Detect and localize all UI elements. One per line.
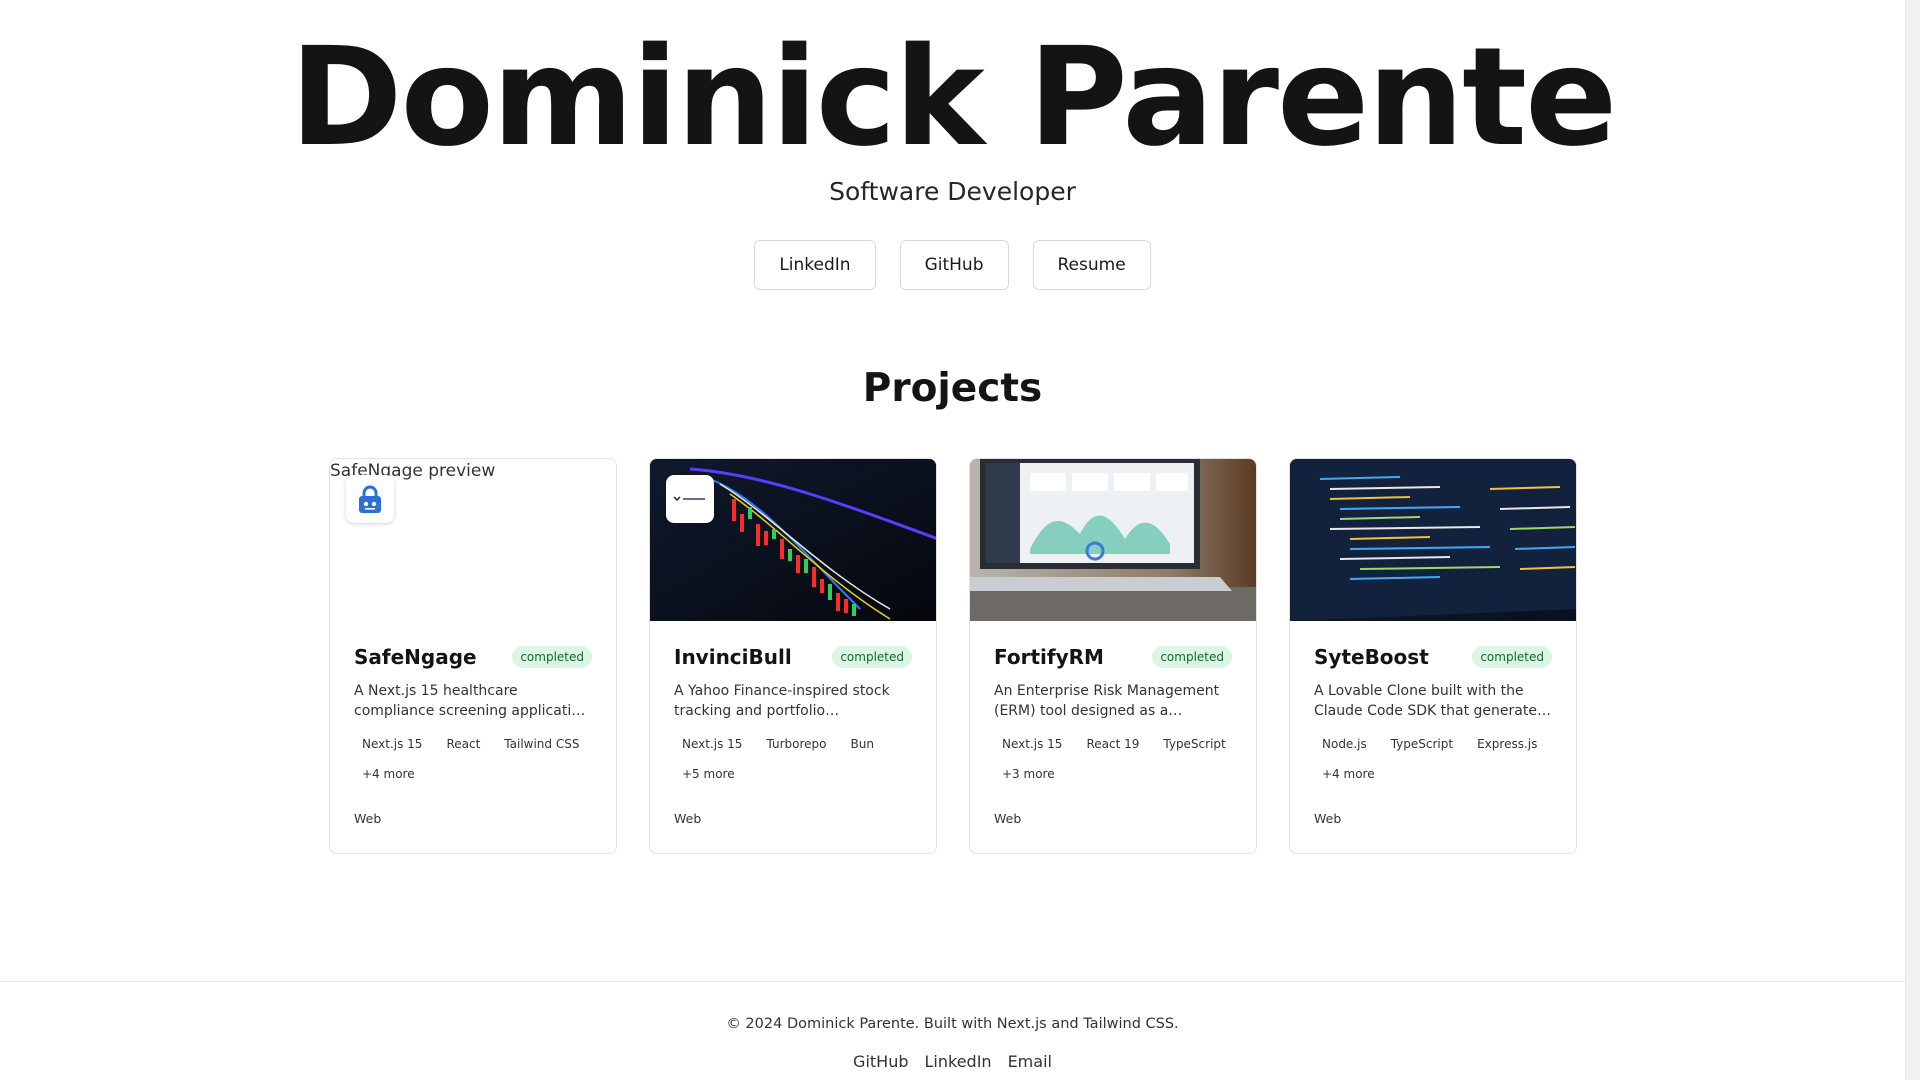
project-description: An Enterprise Risk Management (ERM) tool… <box>994 683 1220 719</box>
more-tags: +4 more <box>354 763 423 785</box>
page-scrollbar[interactable] <box>1905 0 1920 1080</box>
tech-tag: Next.js 15 <box>674 733 751 755</box>
project-preview: SafeNgage preview <box>330 459 616 621</box>
tech-tag: TypeScript <box>1382 733 1462 755</box>
resume-button[interactable]: Resume <box>1032 240 1151 290</box>
footer-linkedin-link[interactable]: LinkedIn <box>925 1052 992 1071</box>
tech-tag: React <box>438 733 489 755</box>
project-preview <box>1290 459 1576 621</box>
subtitle-role: Software Developer <box>829 177 1076 206</box>
footer-links: GitHub LinkedIn Email <box>0 1052 1905 1071</box>
projects-heading: Projects <box>862 366 1043 411</box>
status-badge: completed <box>512 646 592 668</box>
project-description: A Lovable Clone built with the Claude Co… <box>1314 683 1545 719</box>
footer-github-link[interactable]: GitHub <box>853 1052 908 1071</box>
project-title: InvinciBull <box>674 645 792 669</box>
projects-grid: SafeNgage preview SafeNgage completed A … <box>329 458 1577 854</box>
project-preview <box>970 459 1256 621</box>
platform-label: Web <box>994 811 1022 826</box>
tech-tag: Node.js <box>1314 733 1375 755</box>
project-description: A Next.js 15 healthcare compliance scree… <box>354 683 589 719</box>
site-footer: © 2024 Dominick Parente. Built with Next… <box>0 981 1905 1080</box>
more-tags: +5 more <box>674 763 743 785</box>
platform-label: Web <box>354 811 382 826</box>
project-card-syteboost[interactable]: SyteBoost completed A Lovable Clone buil… <box>1289 458 1577 854</box>
github-button[interactable]: GitHub <box>899 240 1009 290</box>
tech-tag: Next.js 15 <box>354 733 431 755</box>
copyright-text: © 2024 Dominick Parente. Built with Next… <box>726 1016 1179 1032</box>
project-logo <box>666 475 714 523</box>
platform-label: Web <box>674 811 702 826</box>
tech-tag: Tailwind CSS <box>496 733 588 755</box>
tech-tag: TypeScript <box>1155 733 1234 755</box>
tech-tag: React 19 <box>1078 733 1148 755</box>
platform-label: Web <box>1314 811 1342 826</box>
project-card-safengage[interactable]: SafeNgage preview SafeNgage completed A … <box>329 458 617 854</box>
tech-tag: Express.js <box>1469 733 1546 755</box>
project-logo <box>346 475 394 523</box>
project-title: SafeNgage <box>354 645 477 669</box>
page-title: Dominick Parente <box>289 19 1618 177</box>
social-links: LinkedIn GitHub Resume <box>0 240 1905 290</box>
code-laptop-image <box>1290 459 1576 621</box>
more-tags: +3 more <box>994 763 1063 785</box>
linkedin-button[interactable]: LinkedIn <box>754 240 876 290</box>
status-badge: completed <box>1472 646 1552 668</box>
bull-logo-icon <box>673 496 705 502</box>
tech-tags: Next.js 15 React 19 TypeScript +3 more <box>994 733 1234 785</box>
project-title: SyteBoost <box>1314 645 1429 669</box>
laptop-dashboard-image <box>970 459 1256 621</box>
tech-tags: Next.js 15 React Tailwind CSS +4 more <box>354 733 594 785</box>
project-card-invincibull[interactable]: InvinciBull completed A Yahoo Finance-in… <box>649 458 937 854</box>
lock-icon <box>359 485 381 513</box>
project-card-fortifyrm[interactable]: FortifyRM completed An Enterprise Risk M… <box>969 458 1257 854</box>
footer-email-link[interactable]: Email <box>1008 1052 1052 1071</box>
project-title: FortifyRM <box>994 645 1104 669</box>
status-badge: completed <box>1152 646 1232 668</box>
tech-tag: Turborepo <box>758 733 835 755</box>
tech-tag: Next.js 15 <box>994 733 1071 755</box>
project-description: A Yahoo Finance-inspired stock tracking … <box>674 683 890 719</box>
tech-tag: Bun <box>842 733 882 755</box>
tech-tags: Next.js 15 Turborepo Bun +5 more <box>674 733 914 785</box>
tech-tags: Node.js TypeScript Express.js +4 more <box>1314 733 1554 785</box>
status-badge: completed <box>832 646 912 668</box>
project-preview <box>650 459 936 621</box>
more-tags: +4 more <box>1314 763 1383 785</box>
